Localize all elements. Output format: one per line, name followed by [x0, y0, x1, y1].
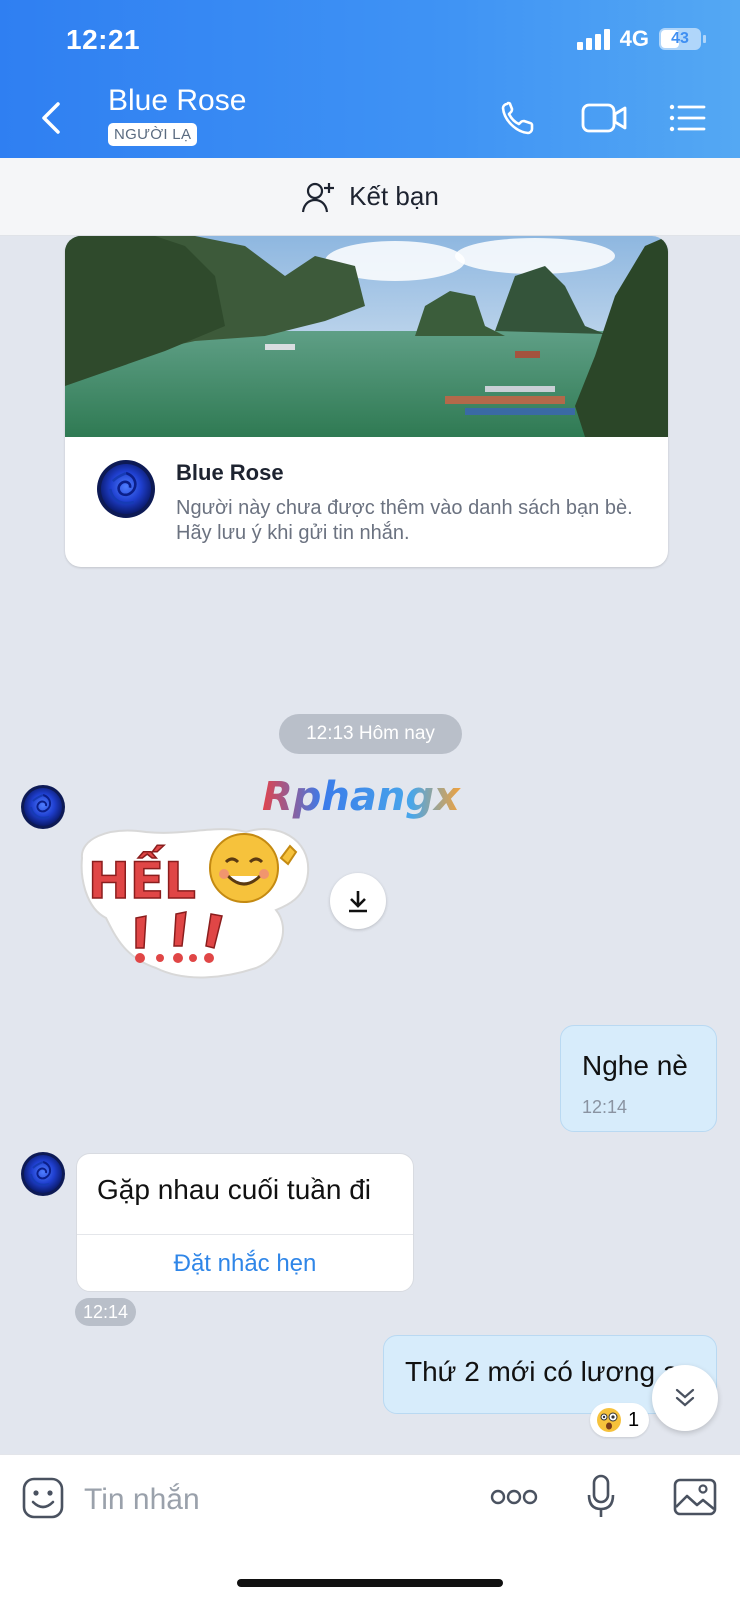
- message-text: Thứ 2 mới có lương ạ: [405, 1356, 679, 1387]
- reaction-count: 1: [628, 1408, 640, 1431]
- reaction-badge[interactable]: 1: [590, 1403, 650, 1437]
- profile-card[interactable]: Blue Rose Người này chưa được thêm vào d…: [65, 236, 668, 567]
- message-bubble-incoming[interactable]: Gặp nhau cuối tuần đi Đặt nhắc hẹn: [76, 1153, 414, 1292]
- phone-icon[interactable]: [498, 98, 542, 138]
- more-icon[interactable]: [490, 1487, 538, 1507]
- emoji-icon[interactable]: [21, 1476, 65, 1520]
- surprised-emoji-icon: [597, 1408, 621, 1432]
- chevron-double-down-icon: [675, 1388, 695, 1407]
- video-call-icon[interactable]: [580, 98, 630, 138]
- home-indicator: [237, 1579, 503, 1587]
- battery-level: 43: [671, 30, 689, 47]
- contact-name[interactable]: Blue Rose: [108, 84, 246, 118]
- divider: [77, 1234, 413, 1235]
- message-input[interactable]: [84, 1477, 464, 1523]
- stranger-warning: Người này chưa được thêm vào danh sách b…: [176, 497, 633, 544]
- message-text: Nghe nè: [582, 1050, 688, 1081]
- profile-avatar[interactable]: [97, 460, 155, 518]
- watermark-logo: Rphangx: [262, 774, 461, 820]
- scroll-to-bottom-button[interactable]: [652, 1365, 718, 1431]
- hello-sticker[interactable]: HẾL: [76, 818, 312, 982]
- message-bubble-outgoing[interactable]: Nghe nè 12:14: [560, 1025, 717, 1132]
- message-input-bar: [0, 1454, 740, 1600]
- download-icon: [349, 891, 367, 913]
- back-arrow-icon[interactable]: [36, 98, 66, 138]
- network-type: 4G: [619, 26, 649, 51]
- profile-name: Blue Rose: [176, 460, 284, 485]
- download-button[interactable]: [330, 873, 386, 929]
- message-time: 12:14: [75, 1298, 136, 1326]
- cover-photo: [65, 236, 668, 437]
- add-friend-icon: [302, 182, 335, 212]
- battery-icon: 43: [659, 28, 701, 50]
- sticker-text: HẾL: [88, 845, 196, 910]
- stranger-badge: NGƯỜI LẠ: [108, 123, 198, 146]
- watermark-text: Rphangx: [262, 774, 461, 820]
- time-separator: 12:13 Hôm nay: [279, 714, 462, 754]
- microphone-icon[interactable]: [585, 1473, 617, 1521]
- add-friend-label: Kết bạn: [349, 181, 439, 211]
- sender-avatar[interactable]: [21, 785, 65, 829]
- menu-list-icon[interactable]: [666, 98, 710, 138]
- set-reminder-link[interactable]: Đặt nhắc hẹn: [77, 1250, 413, 1278]
- add-friend-button[interactable]: Kết bạn: [0, 158, 740, 236]
- chat-header: 12:21 4G 43 Blue Rose NGƯỜI LẠ: [0, 0, 740, 158]
- status-time: 12:21: [66, 24, 141, 55]
- signal-icon: [576, 28, 610, 50]
- status-indicators: 4G 43: [576, 26, 706, 52]
- message-time: 12:14: [582, 1097, 628, 1117]
- sender-avatar[interactable]: [21, 1152, 65, 1196]
- message-text: Gặp nhau cuối tuần đi: [97, 1174, 371, 1205]
- image-icon[interactable]: [672, 1477, 718, 1517]
